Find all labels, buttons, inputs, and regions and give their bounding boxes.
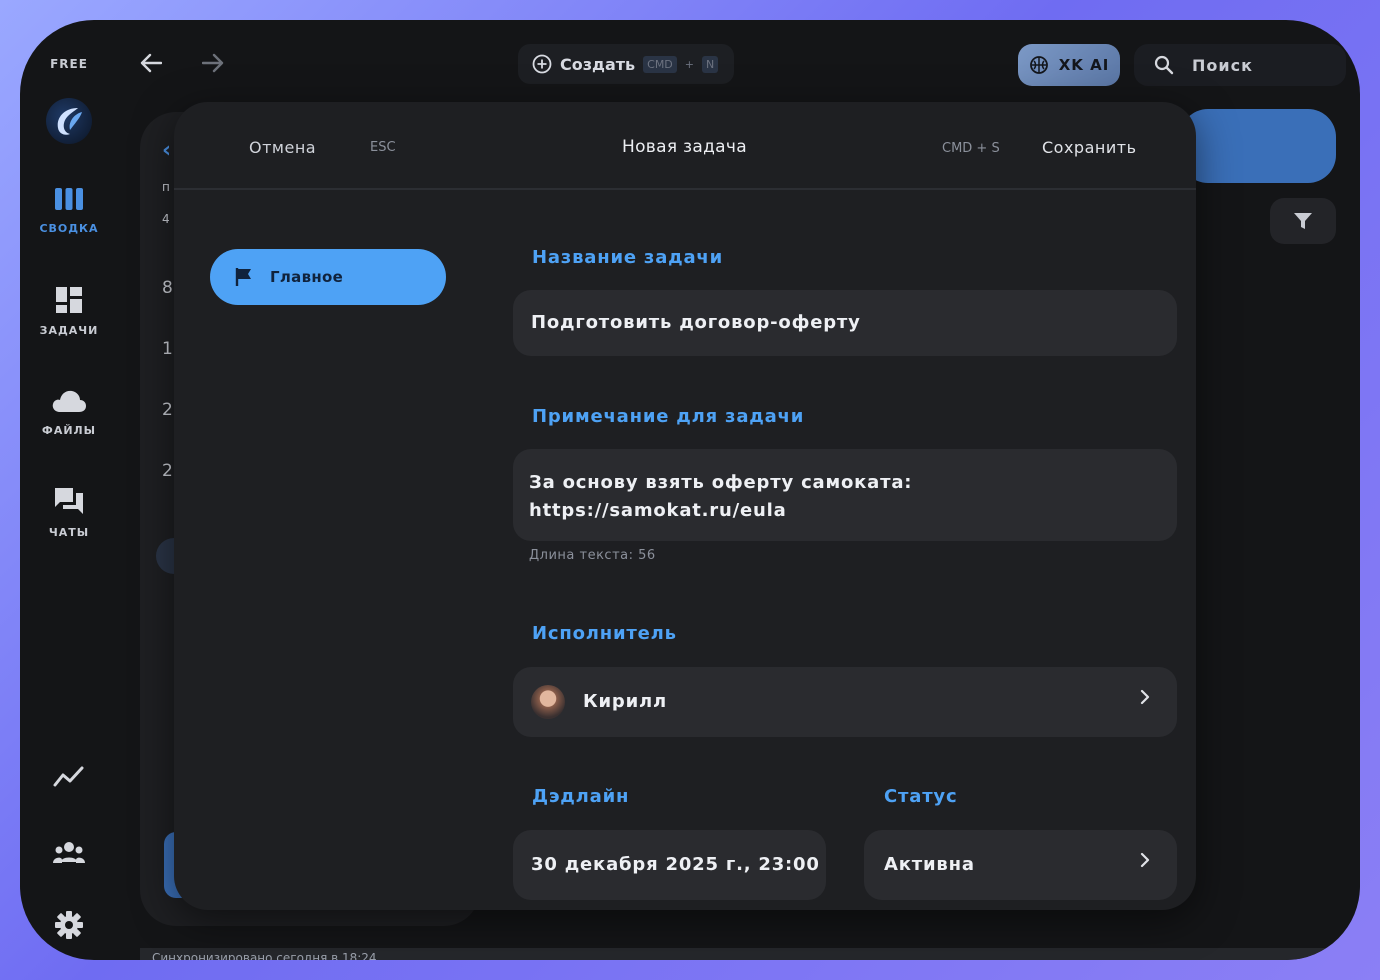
chat-icon (55, 488, 83, 514)
background-text: 4 (162, 212, 170, 226)
note-label: Примечание для задачи (532, 406, 805, 427)
flag-icon (235, 268, 251, 286)
analytics-icon[interactable] (52, 760, 86, 794)
team-icon[interactable] (52, 836, 86, 870)
chevron-right-icon (1139, 687, 1151, 712)
chevron-right-icon (1139, 850, 1151, 875)
cancel-shortcut: ESC (370, 140, 396, 155)
background-text: 8 (162, 278, 173, 298)
note-line: https://samokat.ru/eula (529, 500, 787, 521)
assignee-name: Кирилл (583, 691, 667, 712)
search-placeholder: Поиск (1192, 55, 1253, 75)
assignee-field[interactable]: Кирилл (513, 667, 1177, 737)
shortcut-mod: CMD (643, 55, 677, 73)
status-value: Активна (884, 854, 975, 875)
modal-title: Новая задача (622, 137, 747, 157)
sidebar-item-chats[interactable]: ЧАТЫ (20, 486, 118, 539)
plus-circle-icon (532, 54, 552, 74)
status-label: Статус (884, 786, 958, 807)
cloud-icon (52, 390, 86, 412)
assignee-label: Исполнитель (532, 623, 677, 644)
background-primary-button (1180, 109, 1336, 183)
background-text: 1 (162, 339, 173, 359)
search-input[interactable]: Поиск (1134, 44, 1346, 86)
ai-button[interactable]: XK AI (1018, 44, 1120, 86)
gear-icon[interactable] (52, 908, 86, 942)
sidebar-item-files[interactable]: ФАЙЛЫ (20, 388, 118, 437)
status-field[interactable]: Активна (864, 830, 1177, 900)
back-arrow-icon[interactable] (140, 50, 163, 80)
avatar (531, 685, 565, 719)
tab-main[interactable]: Главное (210, 249, 446, 305)
note-field[interactable]: За основу взять оферту самоката: https:/… (513, 449, 1177, 541)
sidebar-item-label: ФАЙЛЫ (41, 424, 97, 437)
ai-label: XK AI (1058, 56, 1110, 74)
background-text: 2 (162, 461, 173, 481)
note-length: Длина текста: 56 (529, 548, 656, 563)
forward-arrow-icon[interactable] (201, 50, 224, 80)
save-button[interactable]: Сохранить (1042, 138, 1137, 157)
search-icon (1154, 55, 1174, 75)
task-name-value: Подготовить договор-оферту (531, 312, 861, 333)
shortcut-key: N (702, 55, 719, 73)
filter-icon (1294, 213, 1312, 229)
columns-icon (55, 188, 83, 210)
sync-status: Синхронизировано сегодня в 18:24 (152, 951, 377, 960)
sidebar-item-summary[interactable]: СВОДКА (20, 186, 118, 235)
app-window: FREE СВОДКА ЗАДАЧИ ФАЙЛЫ ЧАТЫ Создать CM… (20, 20, 1360, 960)
deadline-value: 30 декабря 2025 г., 23:00 (531, 854, 820, 875)
plan-badge: FREE (50, 57, 88, 71)
create-button[interactable]: Создать CMD + N (518, 44, 734, 84)
note-value: За основу взять оферту самоката: https:/… (529, 469, 912, 525)
deadline-field[interactable]: 30 декабря 2025 г., 23:00 (513, 830, 826, 900)
sidebar-item-label: ЗАДАЧИ (39, 324, 99, 337)
task-name-label: Название задачи (532, 247, 723, 268)
save-shortcut: CMD + S (942, 141, 1000, 156)
background-text: п (162, 180, 170, 194)
sidebar-item-tasks[interactable]: ЗАДАЧИ (20, 286, 118, 337)
modal-header: Отмена ESC Новая задача CMD + S Сохранит… (174, 102, 1196, 190)
tab-label: Главное (270, 268, 344, 286)
chevron-left-icon[interactable]: ‹ (162, 138, 171, 163)
shortcut-plus: + (684, 57, 695, 71)
deadline-label: Дэдлайн (532, 786, 630, 807)
sidebar-item-label: ЧАТЫ (48, 526, 90, 539)
new-task-modal: Отмена ESC Новая задача CMD + S Сохранит… (174, 102, 1196, 910)
note-line: За основу взять оферту самоката: (529, 472, 913, 493)
sidebar: FREE СВОДКА ЗАДАЧИ ФАЙЛЫ ЧАТЫ (20, 20, 118, 960)
dashboard-icon (56, 287, 82, 313)
filter-button[interactable] (1270, 198, 1336, 244)
background-text: 2 (162, 400, 173, 420)
task-name-field[interactable]: Подготовить договор-оферту (513, 290, 1177, 356)
sidebar-item-label: СВОДКА (39, 222, 99, 235)
app-logo[interactable] (46, 98, 92, 144)
brain-icon (1029, 56, 1048, 74)
cancel-button[interactable]: Отмена (249, 138, 316, 157)
create-label: Создать (560, 54, 636, 74)
